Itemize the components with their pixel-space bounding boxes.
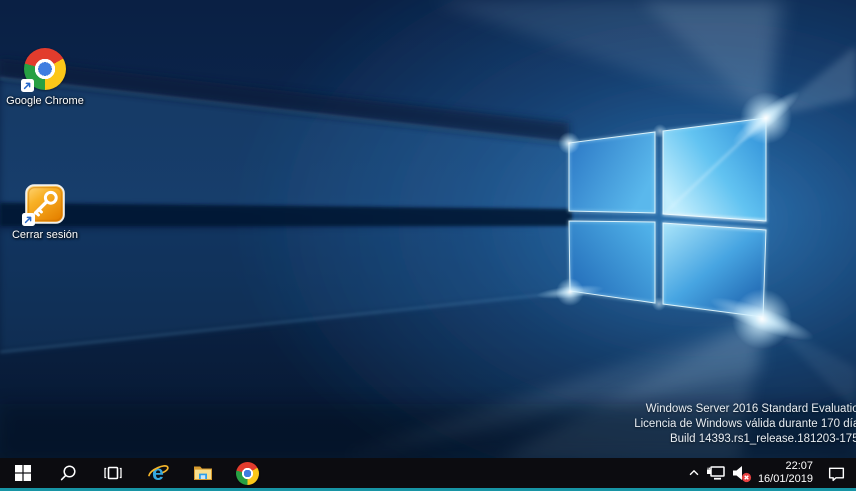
watermark-line-3: Build 14393.rs1_release.181203-1755 [634,432,856,447]
google-chrome-icon [236,462,259,485]
clock-time: 22:07 [754,460,813,473]
license-watermark: Windows Server 2016 Standard Evaluation … [634,402,856,447]
search-icon [59,464,77,482]
desktop-icon-google-chrome[interactable]: Google Chrome [6,48,84,107]
internet-explorer-icon: e [146,461,170,485]
chrome-taskbar-button[interactable] [225,458,270,488]
task-view-button[interactable] [90,458,135,488]
action-center-button[interactable] [816,458,856,488]
volume-button[interactable] [728,458,754,488]
volume-muted-icon [730,462,752,484]
task-view-icon [103,463,123,483]
file-explorer-icon [191,461,215,485]
search-button[interactable] [45,458,90,488]
network-status-button[interactable] [704,458,728,488]
taskbar-clock[interactable]: 22:07 16/01/2019 [754,458,816,488]
system-tray: 22:07 16/01/2019 [684,458,856,488]
action-center-icon [827,464,846,483]
shortcut-arrow-icon [21,79,34,92]
desktop-icon-cerrar-sesion[interactable]: Cerrar sesión [6,184,84,241]
show-hidden-icons-button[interactable] [684,458,704,488]
network-ethernet-icon [706,463,726,483]
desktop-icon-label: Cerrar sesión [6,229,84,241]
internet-explorer-button[interactable]: e [135,458,180,488]
desktop-wallpaper [0,0,856,458]
taskbar: e [0,458,856,488]
watermark-line-1: Windows Server 2016 Standard Evaluation [634,402,856,417]
chevron-up-icon [687,466,701,480]
file-explorer-button[interactable] [180,458,225,488]
clock-date: 16/01/2019 [754,473,813,486]
windows-desktop: Google Chrome [0,0,856,491]
start-button[interactable] [0,458,45,488]
desktop-icon-label: Google Chrome [6,95,84,107]
windows-logo-icon [15,465,31,481]
shortcut-arrow-icon [22,213,35,226]
watermark-line-2: Licencia de Windows válida durante 170 d… [634,417,856,432]
